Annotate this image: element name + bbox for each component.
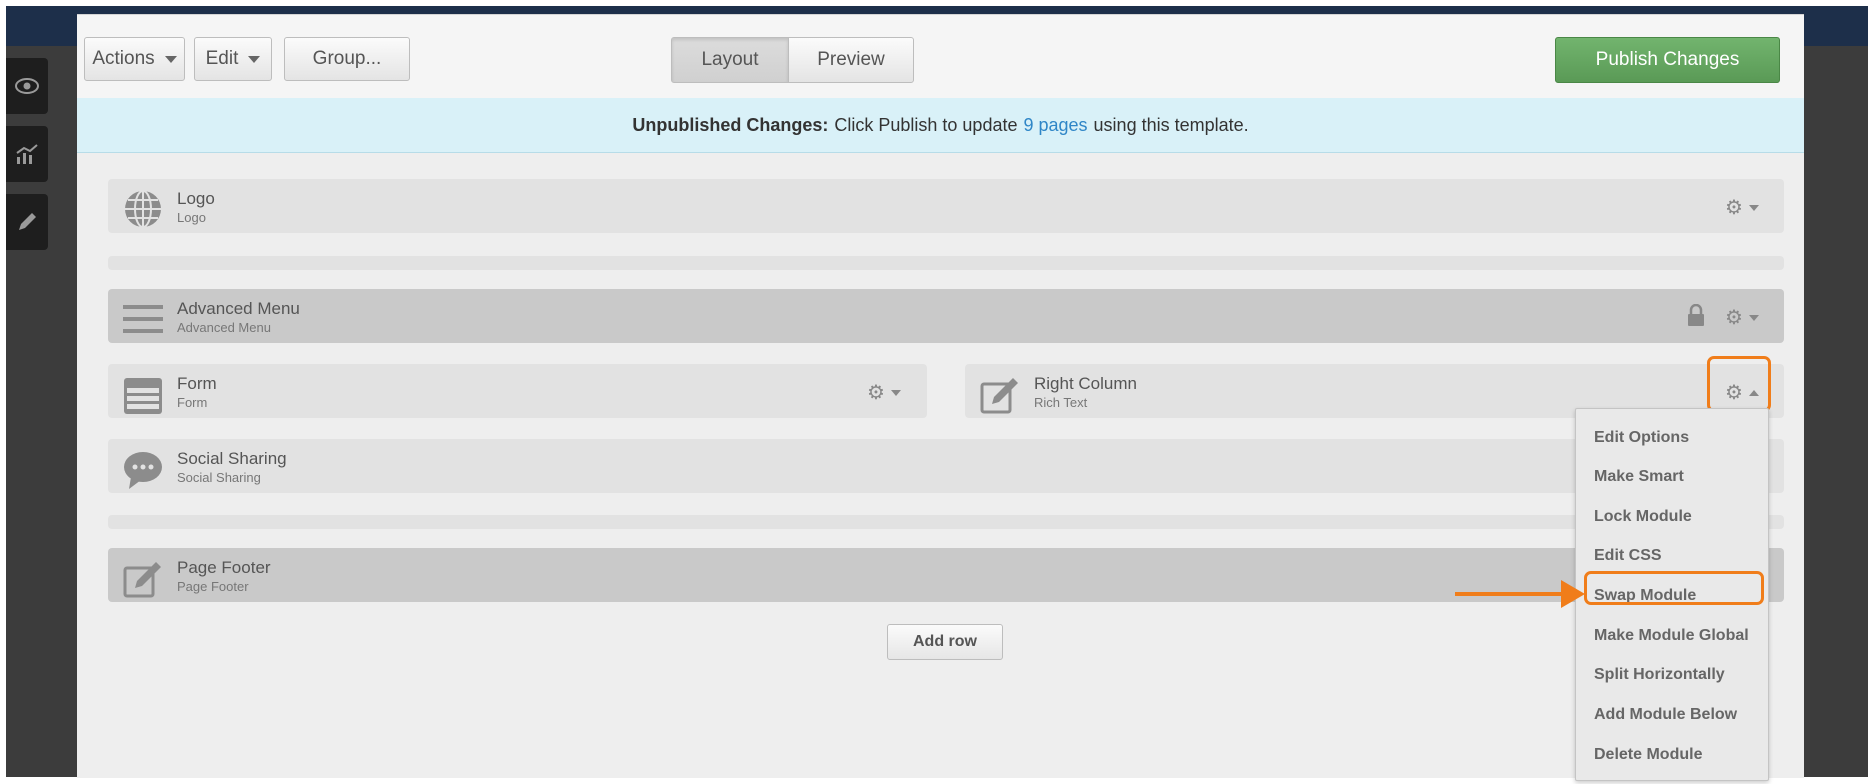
menu-item-add-module-below[interactable]: Add Module Below (1594, 706, 1737, 724)
add-row-label: Add row (913, 633, 977, 650)
editor-toolbar: Actions Edit Group... Layout Preview Pub… (77, 14, 1804, 99)
gear-icon: ⚙ (867, 382, 885, 404)
module-form[interactable]: Form Form ⚙ (108, 364, 927, 418)
module-title: Social Sharing (177, 449, 287, 468)
publish-label: Publish Changes (1595, 49, 1740, 70)
module-subtitle: Rich Text (1034, 395, 1088, 410)
template-editor: Actions Edit Group... Layout Preview Pub… (77, 14, 1804, 781)
chevron-down-icon (890, 389, 901, 396)
menu-item-edit-options[interactable]: Edit Options (1594, 429, 1689, 447)
module-settings-button[interactable]: ⚙ (1725, 195, 1759, 220)
module-subtitle: Form (177, 395, 208, 410)
arrow-right-icon (1561, 580, 1585, 608)
gear-icon: ⚙ (1725, 307, 1743, 329)
row-spacer (108, 256, 1784, 270)
menu-lines-icon (123, 305, 163, 333)
swap-module-highlight-annotation (1584, 571, 1764, 605)
analytics-icon[interactable] (6, 126, 48, 182)
edit-dropdown-button[interactable]: Edit (194, 37, 272, 81)
actions-dropdown-button[interactable]: Actions (84, 37, 185, 81)
menu-item-make-smart[interactable]: Make Smart (1594, 468, 1684, 486)
lock-icon[interactable] (1687, 304, 1705, 326)
chevron-down-icon (1748, 314, 1759, 321)
group-button[interactable]: Group... (284, 37, 410, 81)
chevron-down-icon (1748, 204, 1759, 211)
module-settings-button[interactable]: ⚙ (867, 380, 901, 405)
eye-icon[interactable] (6, 58, 48, 114)
module-title: Logo (177, 189, 215, 208)
module-title: Page Footer (177, 558, 271, 577)
pencil-icon[interactable] (6, 194, 48, 250)
module-advanced-menu[interactable]: Advanced Menu Advanced Menu ⚙ (108, 289, 1784, 343)
menu-item-delete-module[interactable]: Delete Module (1594, 746, 1702, 764)
menu-item-split-horizontally[interactable]: Split Horizontally (1594, 666, 1725, 684)
publish-changes-button[interactable]: Publish Changes (1555, 37, 1780, 83)
module-social-sharing[interactable]: Social Sharing Social Sharing (108, 439, 1784, 493)
table-icon (124, 378, 162, 414)
edit-text-icon (980, 378, 1018, 414)
notice-pre: Click Publish to update (834, 114, 1018, 135)
pages-link[interactable]: 9 pages (1023, 115, 1087, 136)
chevron-down-icon (248, 55, 261, 63)
module-subtitle: Logo (177, 210, 206, 225)
edit-label: Edit (205, 48, 239, 69)
tab-preview[interactable]: Preview (788, 37, 914, 83)
tab-preview-label: Preview (817, 49, 885, 70)
module-subtitle: Social Sharing (177, 470, 261, 485)
chat-bubble-icon (124, 452, 162, 489)
menu-item-edit-css[interactable]: Edit CSS (1594, 547, 1662, 565)
group-label: Group... (312, 48, 382, 69)
side-toolbar (6, 58, 48, 262)
module-title: Form (177, 374, 217, 393)
globe-icon (125, 190, 161, 228)
unpublished-changes-banner: Unpublished Changes: Click Publish to up… (77, 98, 1804, 153)
menu-item-lock-module[interactable]: Lock Module (1594, 508, 1692, 526)
module-title: Advanced Menu (177, 299, 300, 318)
row-spacer (108, 515, 1784, 529)
chevron-down-icon (164, 55, 177, 63)
notice-bold: Unpublished Changes: (632, 114, 829, 135)
tab-layout[interactable]: Layout (671, 37, 789, 83)
gear-highlight-annotation (1707, 356, 1771, 412)
module-title: Right Column (1034, 374, 1137, 393)
actions-label: Actions (92, 48, 155, 69)
module-subtitle: Page Footer (177, 579, 249, 594)
module-subtitle: Advanced Menu (177, 320, 271, 335)
add-row-button[interactable]: Add row (887, 624, 1003, 660)
module-logo[interactable]: Logo Logo ⚙ (108, 179, 1784, 233)
menu-item-make-module-global[interactable]: Make Module Global (1594, 627, 1749, 645)
edit-text-icon (123, 562, 161, 598)
annotation-arrow-shaft (1455, 592, 1565, 596)
module-settings-button[interactable]: ⚙ (1725, 305, 1759, 330)
tab-layout-label: Layout (701, 49, 759, 70)
notice-post: using this template. (1093, 114, 1249, 135)
gear-icon: ⚙ (1725, 197, 1743, 219)
